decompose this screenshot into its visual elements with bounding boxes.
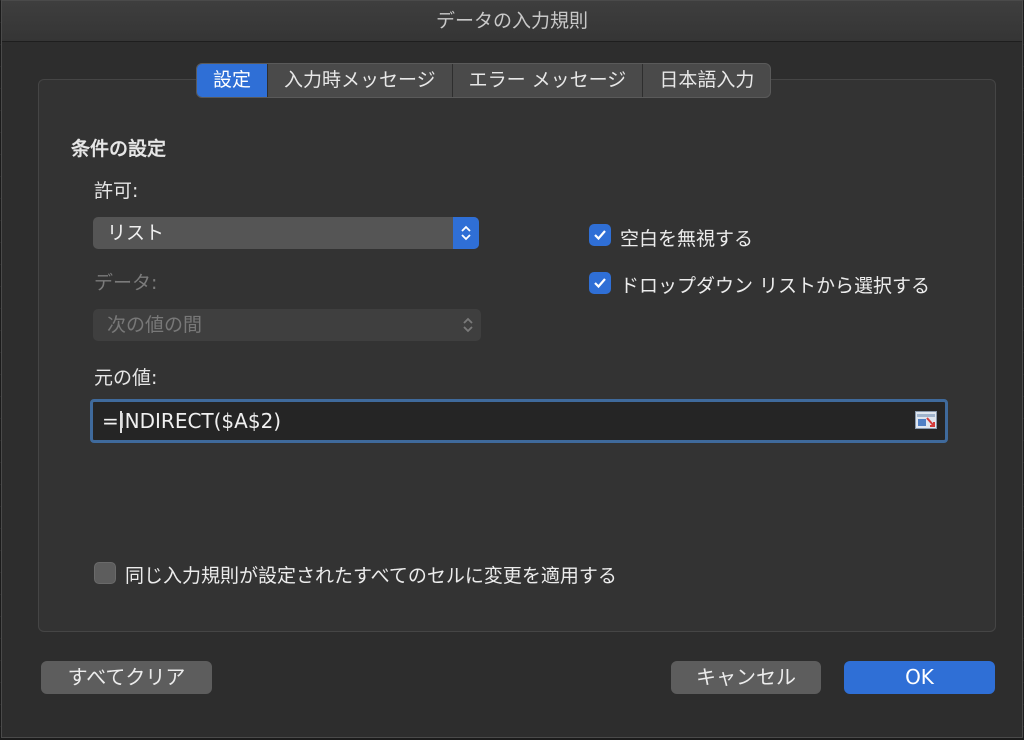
data-validation-dialog: データの入力規則 設定 入力時メッセージ エラー メッセージ 日本語入力 条件の… [1, 0, 1023, 738]
tab-bar: 設定 入力時メッセージ エラー メッセージ 日本語入力 [196, 63, 772, 98]
settings-panel [38, 79, 996, 632]
data-label: データ: [94, 272, 158, 294]
apply-all-checkbox[interactable] [94, 562, 116, 584]
tab-ime[interactable]: 日本語入力 [642, 64, 770, 97]
cancel-button[interactable]: キャンセル [671, 661, 821, 694]
tab-error-alert[interactable]: エラー メッセージ [451, 64, 643, 97]
allow-label: 許可: [94, 180, 139, 202]
data-select-value: 次の値の間 [107, 314, 203, 336]
in-cell-dropdown-checkbox[interactable] [589, 272, 611, 294]
section-title: 条件の設定 [71, 138, 167, 160]
in-cell-dropdown-label[interactable]: ドロップダウン リストから選択する [620, 271, 930, 298]
ignore-blank-label[interactable]: 空白を無視する [620, 224, 753, 251]
checkmark-icon [594, 278, 606, 289]
range-select-icon[interactable] [915, 411, 937, 429]
dialog-title: データの入力規則 [2, 1, 1022, 42]
updown-chevron-icon [455, 309, 481, 341]
allow-select-value: リスト [107, 222, 165, 244]
data-select: 次の値の間 [93, 309, 481, 341]
apply-all-label[interactable]: 同じ入力規則が設定されたすべてのセルに変更を適用する [125, 561, 617, 588]
source-label: 元の値: [94, 367, 158, 389]
ignore-blank-checkbox[interactable] [589, 224, 611, 246]
clear-all-button[interactable]: すべてクリア [41, 661, 212, 694]
checkmark-icon [594, 230, 606, 241]
tab-settings[interactable]: 設定 [197, 64, 268, 97]
source-input-value: =INDIRECT($A$2) [102, 409, 282, 433]
allow-select[interactable]: リスト [93, 217, 479, 249]
ok-button[interactable]: OK [844, 661, 995, 694]
updown-chevron-icon [453, 217, 479, 249]
text-caret [120, 411, 122, 433]
source-input[interactable]: =INDIRECT($A$2) [90, 399, 948, 443]
tab-input-message[interactable]: 入力時メッセージ [267, 64, 452, 97]
